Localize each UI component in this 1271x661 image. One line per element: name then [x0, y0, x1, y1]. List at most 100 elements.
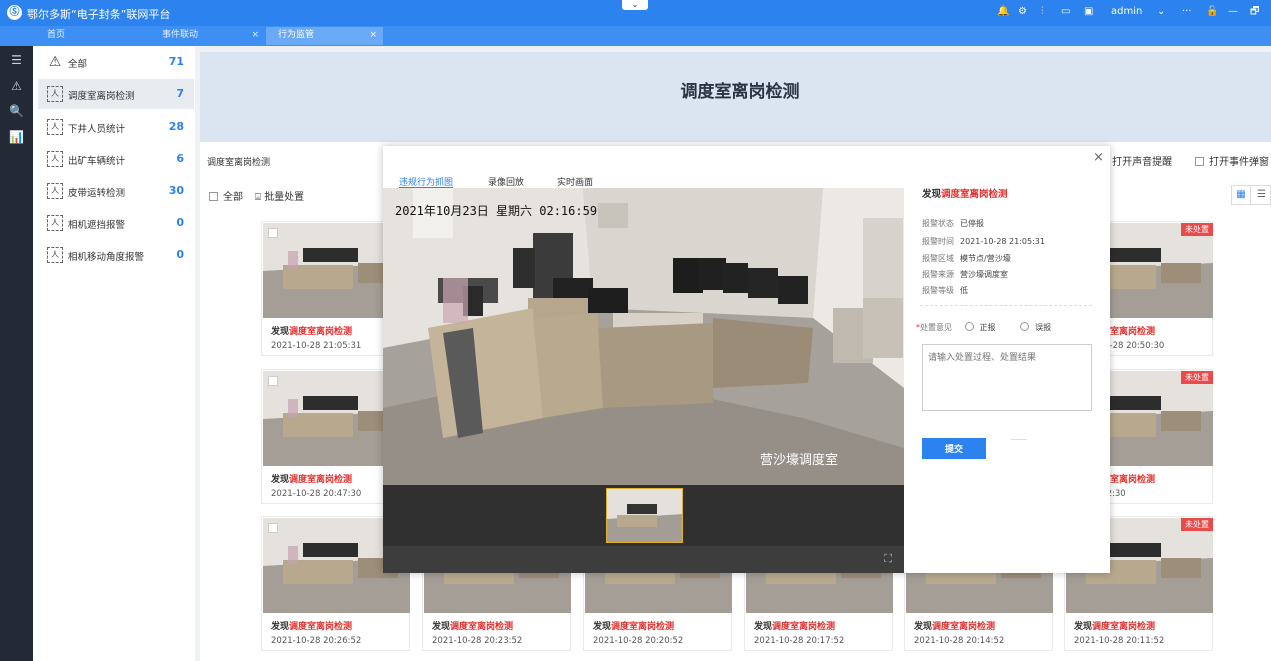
select-all-checkbox[interactable] — [209, 192, 218, 201]
event-time: 2021-10-28 20:11:52 — [1074, 636, 1165, 646]
tab-event-linkage[interactable]: 事件联动 × — [150, 27, 265, 45]
divider — [1011, 439, 1027, 440]
alarm-time: 报警时间 2021-10-28 21:05:31 — [922, 237, 1045, 246]
category-label: 调度室离岗检测 — [68, 91, 135, 102]
category-item-all[interactable]: ⚠ 全部 71 — [38, 47, 194, 77]
lock-icon[interactable]: 🔓 — [1206, 6, 1218, 18]
category-item-control-room[interactable]: 人 调度室离岗检测 7 — [38, 79, 194, 109]
menu-icon[interactable]: ☰ — [8, 53, 25, 68]
event-title: 发现调度室离岗检测 — [432, 622, 514, 632]
event-popup-toggle[interactable]: 打开事件弹窗 — [1195, 153, 1269, 168]
alarm-area: 报警区域 模节点/营沙壕 — [922, 254, 1011, 263]
category-count: 7 — [176, 87, 184, 100]
tab-recording-playback[interactable]: 录像回放 — [488, 175, 524, 188]
grid-view-icon[interactable]: ▦ — [1232, 186, 1251, 204]
event-title: 发现调度室离岗检测 — [754, 622, 836, 632]
tab-violation-capture[interactable]: 违规行为抓图 — [399, 175, 454, 189]
restore-icon[interactable]: 🗗 — [1250, 6, 1259, 18]
tab-home[interactable]: 首页 — [35, 27, 150, 45]
event-title: 发现调度室离岗检测 — [271, 475, 353, 485]
category-label: 皮带运转检测 — [68, 188, 126, 199]
warning-icon: ⚠ — [48, 54, 62, 70]
person-scan-icon: 人 — [47, 247, 63, 263]
person-scan-icon: 人 — [47, 86, 63, 102]
category-panel: ⚠ 全部 71 人 调度室离岗检测 7 人 下井人员统计 28 人 出矿车辆统计… — [33, 46, 195, 661]
frame-thumbnail-image — [607, 489, 682, 542]
radio-false-report[interactable] — [1020, 322, 1030, 331]
event-title: 发现调度室离岗检测 — [271, 622, 353, 632]
event-time: 2021-10-28 20:17:52 — [754, 636, 845, 646]
event-title: 发现调度室离岗检测 — [1074, 622, 1156, 632]
person-scan-icon: 人 — [47, 119, 63, 135]
app-title: 鄂尔多斯“电子封条”联网平台 — [27, 8, 171, 21]
alarm-source: 报警来源 营沙壕调度室 — [922, 270, 1008, 279]
unhandled-badge: 未处置 — [1181, 371, 1213, 384]
submit-button[interactable]: 提交 — [922, 438, 986, 459]
thumbnail-strip — [383, 485, 904, 546]
card-checkbox[interactable] — [268, 523, 278, 533]
signal-icon[interactable]: ⫶ — [1041, 6, 1044, 18]
unhandled-badge: 未处置 — [1181, 223, 1213, 236]
divider — [920, 305, 1092, 306]
capture-video-frame[interactable]: 2021年10月23日 星期六 02:16:59 营沙壕调度室 — [383, 188, 904, 485]
event-time: 2021-10-28 20:20:52 — [593, 636, 684, 646]
video-controls: ⛶ — [383, 546, 904, 573]
alarm-icon[interactable]: ⚠ — [8, 79, 25, 94]
category-item-personnel[interactable]: 人 下井人员统计 28 — [38, 112, 194, 142]
tab-behavior-monitoring[interactable]: 行为监管 × — [266, 27, 383, 45]
monitor-icon[interactable]: ▣ — [1084, 6, 1093, 18]
search-icon[interactable]: 🔍 — [8, 104, 25, 119]
modal-tabs: 违规行为抓图 录像回放 实时画面 — [383, 174, 904, 189]
minimize-icon[interactable]: — — [1228, 6, 1238, 18]
card-icon[interactable]: ▭ — [1061, 6, 1070, 18]
tab-close-icon[interactable]: × — [369, 27, 377, 44]
event-time: 2021-10-28 20:47:30 — [271, 489, 362, 499]
unhandled-badge: 未处置 — [1181, 518, 1213, 531]
category-count: 71 — [168, 55, 184, 68]
batch-icon: ⌸ — [255, 192, 265, 203]
settings-gear-icon[interactable]: ⚙ — [1018, 6, 1027, 18]
radio-correct-report[interactable] — [964, 322, 974, 331]
category-item-vehicles[interactable]: 人 出矿车辆统计 6 — [38, 144, 194, 174]
select-all[interactable]: 全部 — [209, 188, 243, 203]
user-dropdown-icon[interactable]: ⌄ — [1157, 6, 1165, 18]
sound-alert-toggle[interactable]: ◦ 打开声音提醒 — [1103, 153, 1172, 168]
close-icon[interactable]: × — [1093, 150, 1104, 165]
tab-close-icon[interactable]: × — [251, 27, 259, 44]
event-detail-modal: × 违规行为抓图 录像回放 实时画面 2021年10月23日 星期六 02:16… — [383, 146, 1110, 573]
disposal-textarea[interactable] — [922, 344, 1092, 411]
tab-live-view[interactable]: 实时画面 — [557, 175, 593, 188]
category-label: 全部 — [68, 59, 88, 70]
title-bar: Ⓢ 鄂尔多斯“电子封条”联网平台 ⌄ 🔔 ⚙ ⫶ ▭ ▣ admin ⌄ ···… — [0, 0, 1271, 26]
event-time: 2021-10-28 20:23:52 — [432, 636, 523, 646]
frame-thumbnail[interactable] — [606, 488, 683, 543]
notification-bell-icon[interactable]: 🔔 — [997, 6, 1009, 18]
popup-checkbox[interactable] — [1195, 157, 1204, 166]
user-name[interactable]: admin — [1111, 6, 1142, 18]
view-toggle: ▦ ☰ — [1231, 185, 1271, 205]
event-title: 发现调度室离岗检测 — [593, 622, 675, 632]
video-timestamp: 2021年10月23日 星期六 02:16:59 — [395, 204, 598, 218]
collapse-chevron-icon[interactable]: ⌄ — [622, 0, 648, 10]
category-count: 28 — [168, 120, 184, 133]
card-checkbox[interactable] — [268, 376, 278, 386]
card-checkbox[interactable] — [268, 228, 278, 238]
category-item-belt[interactable]: 人 皮带运转检测 30 — [38, 176, 194, 206]
category-label: 相机移动角度报警 — [68, 252, 145, 263]
category-item-camera-block[interactable]: 人 相机遮挡报警 0 — [38, 208, 194, 238]
category-count: 30 — [168, 184, 184, 197]
category-item-camera-move[interactable]: 人 相机移动角度报警 0 — [38, 240, 194, 270]
person-scan-icon: 人 — [47, 183, 63, 199]
event-time: 2021-10-28 20:14:52 — [914, 636, 1005, 646]
alarm-level: 报警等级低 — [922, 286, 968, 295]
fullscreen-icon[interactable]: ⛶ — [884, 552, 892, 566]
page-title: 调度室离岗检测 — [680, 82, 800, 102]
tab-bar: 首页 事件联动 × 行为监管 × — [0, 26, 1271, 67]
batch-handle-button[interactable]: ⌸ 批量处置 — [255, 188, 304, 203]
list-view-icon[interactable]: ☰ — [1252, 186, 1271, 204]
video-location: 营沙壕调度室 — [760, 453, 839, 468]
person-scan-icon: 人 — [47, 215, 63, 231]
more-icon[interactable]: ··· — [1182, 6, 1192, 18]
chart-icon[interactable]: 📊 — [8, 130, 25, 145]
category-count: 0 — [176, 216, 184, 229]
